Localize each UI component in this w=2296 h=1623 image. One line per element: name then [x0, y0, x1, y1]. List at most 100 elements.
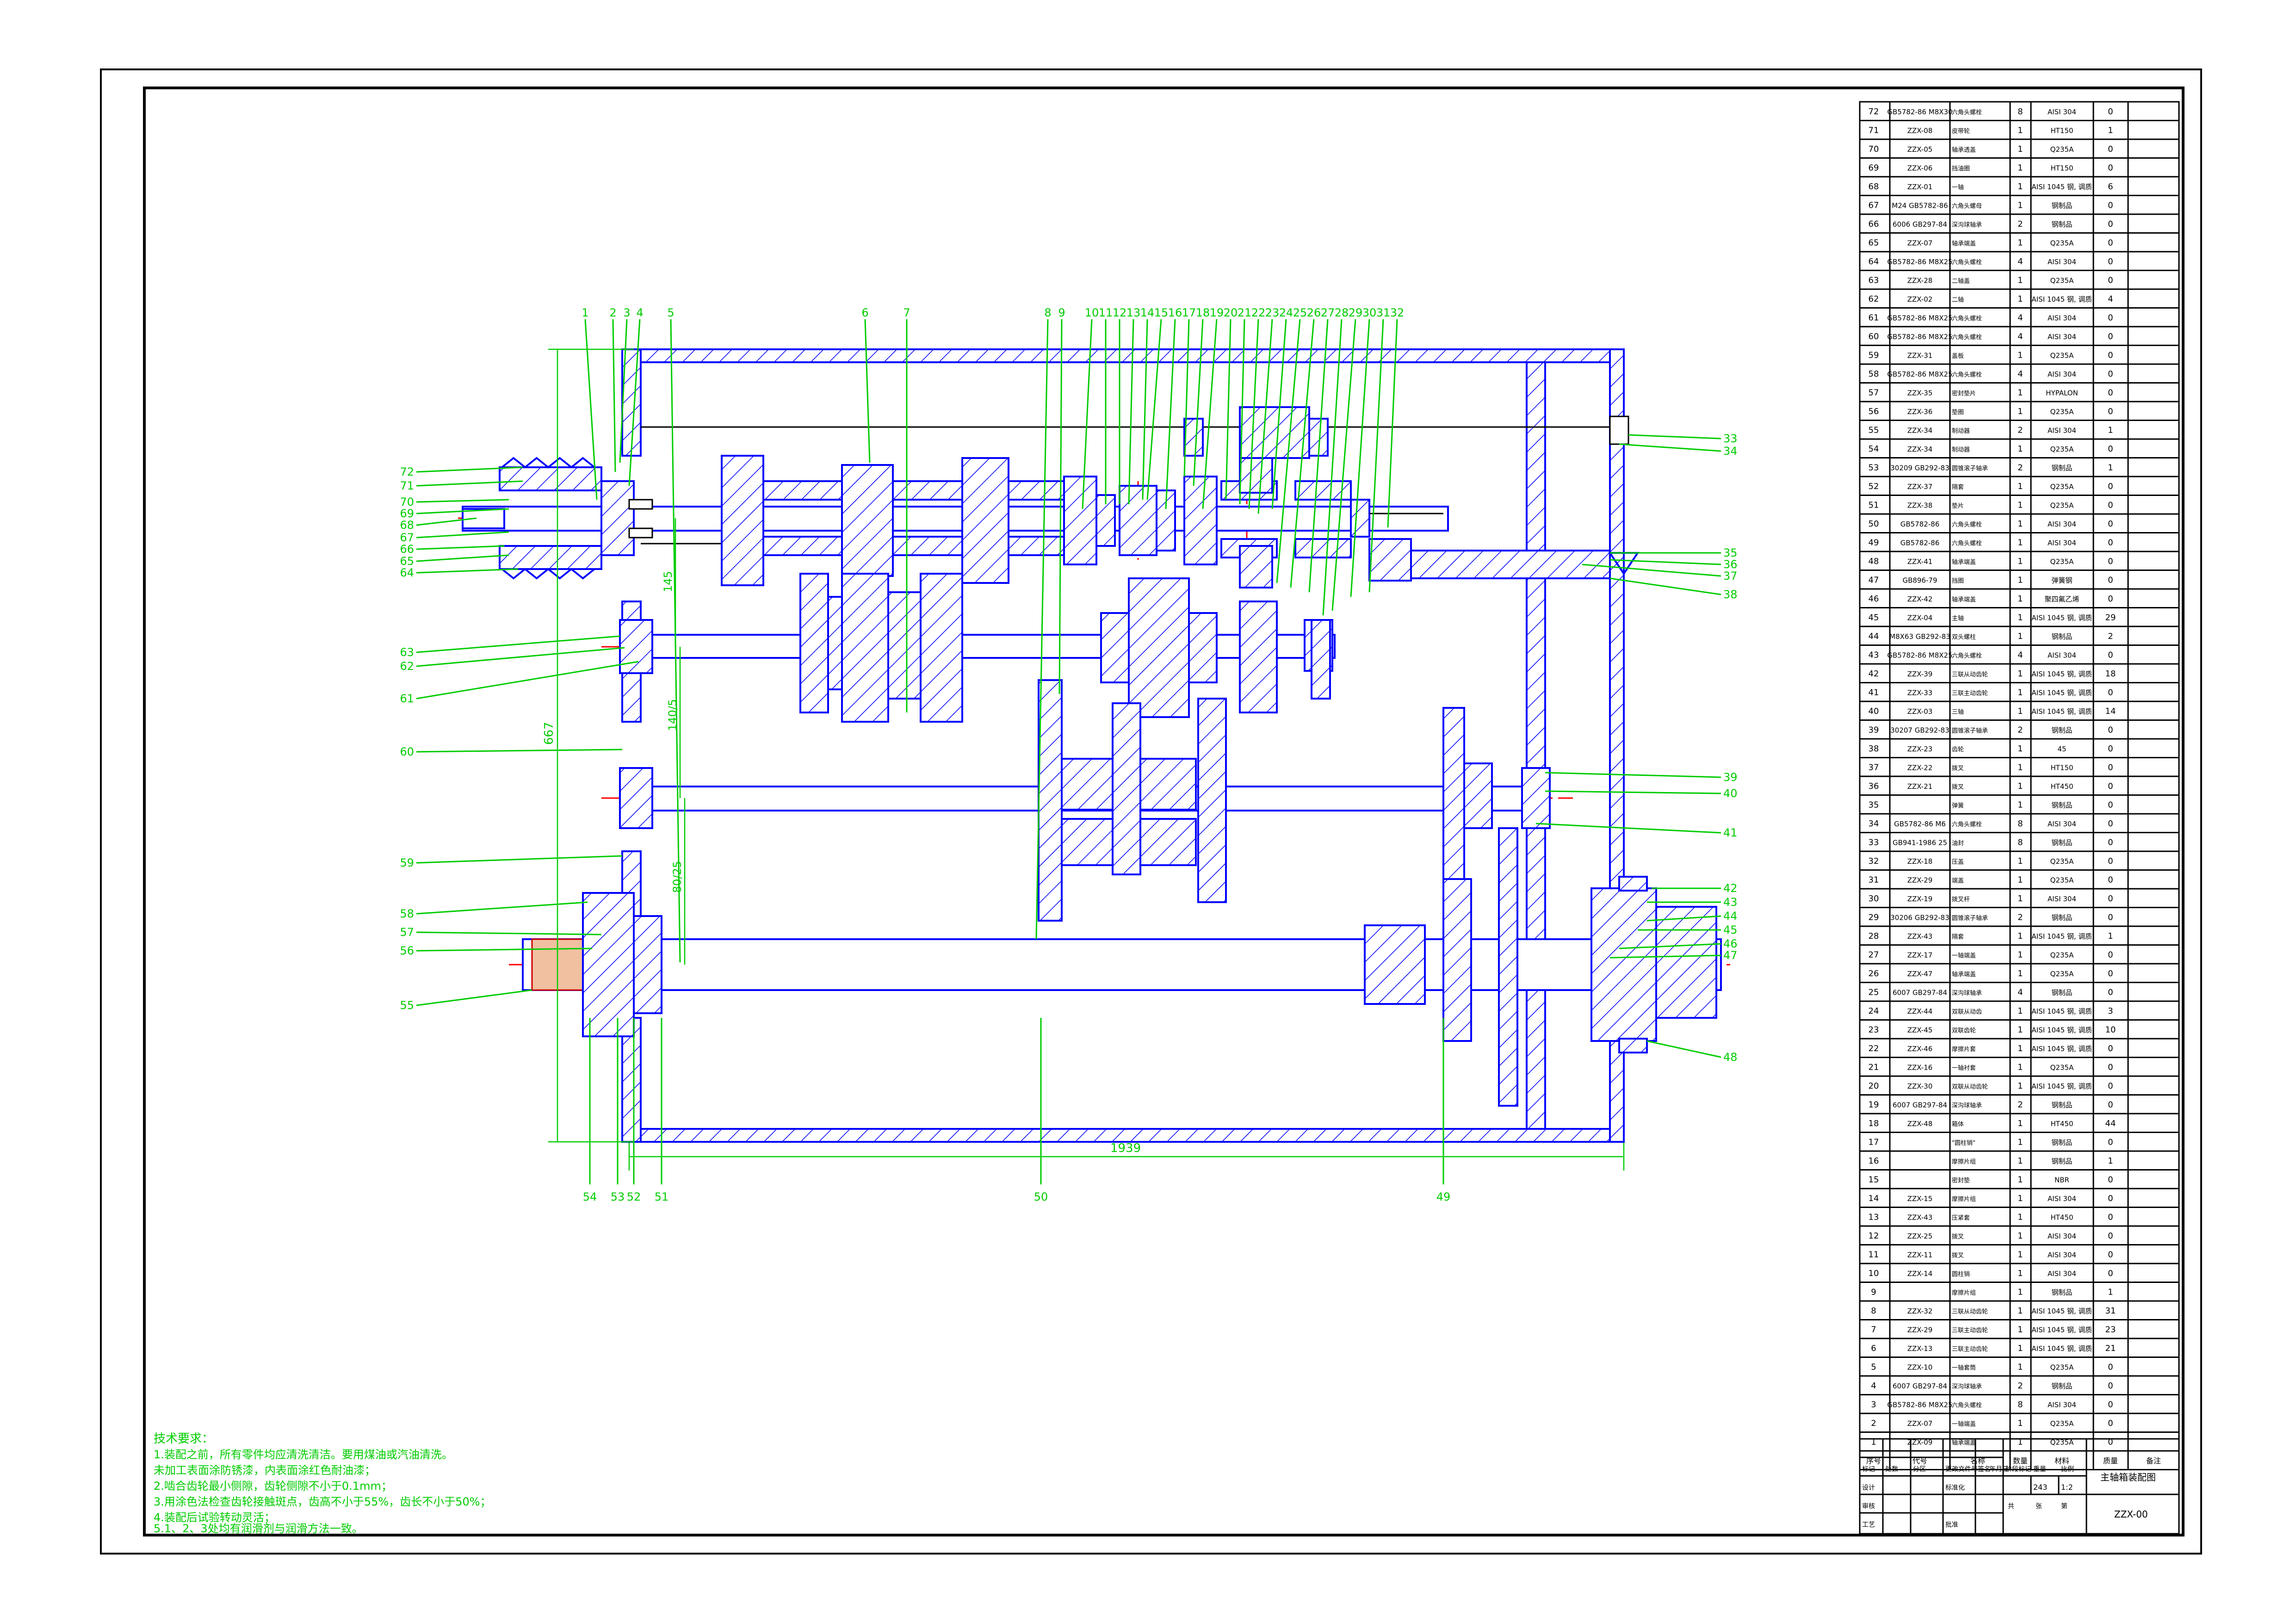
balloon-label: 17 [1182, 306, 1196, 319]
bom-cell-material: AISI 304 [2048, 1401, 2076, 1409]
balloon-leader [1628, 434, 1721, 440]
bom-cell-code: GB5782-86 [1900, 520, 1940, 528]
balloon-label: 60 [400, 745, 414, 758]
bom-cell-weight: 0 [2108, 594, 2113, 604]
bom-cell-qty: 1 [2018, 276, 2023, 285]
bom-cell-material: 钢制品 [2051, 1382, 2072, 1390]
bom-cell-material: Q235A [2050, 352, 2074, 360]
bom-cell-qty: 1 [2018, 613, 2023, 623]
balloon-leader [416, 661, 639, 700]
bom-cell-weight: 0 [2108, 1194, 2113, 1203]
bom-cell-code: ZZX-34 [1907, 445, 1933, 453]
bom-cell-no: 66 [1869, 219, 1879, 229]
title-label-standard: 标准化 [1945, 1484, 1965, 1492]
bom-cell-weight: 0 [2108, 444, 2113, 454]
bom-cell-name: 摩擦片组 [1952, 1196, 1976, 1203]
bom-cell-no: 65 [1869, 238, 1879, 248]
bom-cell-material: AISI 1045 钢, 调质 [2032, 295, 2092, 304]
bom-cell-no: 9 [1871, 1288, 1876, 1297]
bom-cell-material: HT450 [2050, 1214, 2073, 1222]
bom-cell-material: AISI 1045 钢, 调质 [2032, 1326, 2092, 1334]
bom-cell-material: HT450 [2050, 1120, 2073, 1128]
bom-cell-no: 24 [1869, 1006, 1879, 1016]
bom-row: 27 ZZX-17 一轴端盖 1 Q235A 0 [1869, 950, 2113, 960]
bom-cell-name: 二轴 [1952, 297, 1964, 304]
bom-row: 11 ZZX-11 拨叉 1 AISI 304 0 [1869, 1250, 2113, 1260]
balloon-leader [1646, 1040, 1721, 1058]
bom-cell-material: AISI 1045 钢, 调质 [2032, 1344, 2092, 1353]
bom-cell-no: 64 [1869, 257, 1879, 266]
bom-cell-qty: 1 [2018, 351, 2023, 360]
bom-row: 56 ZZX-36 垫圈 1 Q235A 0 [1869, 407, 2113, 416]
bom-cell-material: 钢制品 [2051, 1157, 2072, 1165]
bom-cell-qty: 1 [2018, 294, 2023, 304]
bom-cell-no: 10 [1869, 1269, 1879, 1278]
bom-cell-qty: 1 [2018, 388, 2023, 398]
bom-cell-weight: 0 [2108, 557, 2113, 566]
bom-cell-name: 摩擦片套 [1952, 1046, 1976, 1053]
balloon-label: 11 [1099, 306, 1113, 319]
bom-cell-weight: 0 [2108, 163, 2113, 173]
bom-cell-code: 6006 GB297-84 [1893, 220, 1947, 229]
bom-cell-material: 聚四氟乙烯 [2044, 595, 2079, 603]
bom-cell-name: 轴承端盖 [1952, 1440, 1976, 1447]
bom-cell-name: 三轴 [1952, 709, 1964, 716]
bom-cell-weight: 14 [2105, 706, 2116, 716]
bom-cell-name: 轴承端盖 [1952, 596, 1976, 603]
bom-row: 29 30206 GB292-83 圆锥滚子轴承 2 钢制品 0 [1869, 913, 2113, 923]
bom-cell-code: ZZX-41 [1907, 558, 1933, 566]
bom-cell-code: 30209 GB292-83 [1890, 464, 1949, 472]
bom-cell-code: 30206 GB292-83 [1890, 914, 1949, 922]
bom-cell-material: Q235A [2050, 239, 2074, 248]
bom-cell-name: 六角头螺栓 [1952, 540, 1982, 547]
balloon-label: 56 [400, 944, 414, 957]
bom-cell-no: 27 [1869, 950, 1879, 960]
bom-cell-weight: 0 [2108, 482, 2113, 491]
balloon-label: 44 [1723, 910, 1738, 923]
bom-row: 45 ZZX-04 主轴 1 AISI 1045 钢, 调质 29 [1869, 613, 2116, 623]
bom-cell-material: AISI 304 [2048, 539, 2076, 547]
bom-row: 61 GB5782-86 M8X25六角头螺栓 4 AISI 304 0 [1869, 313, 2113, 323]
balloon-leader [1609, 559, 1721, 565]
bom-cell-qty: 1 [2018, 688, 2023, 698]
balloon-label: 23 [1265, 306, 1280, 319]
bom-cell-material: 钢制品 [2051, 914, 2072, 922]
bom-cell-qty: 1 [2018, 1006, 2023, 1016]
bom-cell-code: 30207 GB292-83 [1890, 726, 1949, 735]
bom-header-cell: 数量 [2013, 1456, 2028, 1465]
balloon-leader [1545, 790, 1721, 794]
balloon-label: 31 [1376, 306, 1391, 319]
bom-cell-code: ZZX-31 [1907, 352, 1933, 360]
balloon-label: 8 [1044, 306, 1051, 319]
bom-cell-qty: 1 [2018, 482, 2023, 491]
bom-row: 4 6007 GB297-84 深沟球轴承 2 钢制品 0 [1871, 1381, 2113, 1391]
bom-cell-qty: 1 [2018, 163, 2023, 173]
balloon-label: 22 [1251, 306, 1266, 319]
bom-cell-name: 端盖 [1952, 878, 1964, 885]
bom-cell-qty: 1 [2018, 669, 2023, 679]
bom-row: 14 ZZX-15 摩擦片组 1 AISI 304 0 [1869, 1194, 2113, 1203]
bom-cell-weight: 0 [2108, 725, 2113, 735]
bom-cell-weight: 0 [2108, 913, 2113, 923]
bom-cell-name: 垫圈 [1952, 409, 1964, 416]
bom-cell-material: AISI 304 [2048, 314, 2076, 322]
bom-cell-weight: 0 [2108, 1400, 2113, 1410]
balloon-label: 68 [400, 519, 414, 532]
bom-row: 6 ZZX-13 三联主动齿轮 1 AISI 1045 钢, 调质 21 [1871, 1344, 2116, 1353]
balloon-leader [416, 989, 532, 1006]
balloon-leader [1165, 319, 1176, 509]
bom-cell-qty: 1 [2018, 632, 2023, 641]
bom-cell-qty: 1 [2018, 501, 2023, 510]
bom-row: 20 ZZX-30 双联从动齿轮 1 AISI 1045 钢, 调质 0 [1869, 1081, 2113, 1091]
balloon-label: 53 [611, 1190, 625, 1203]
balloon-label: 25 [1293, 306, 1307, 319]
balloon-label: 37 [1723, 570, 1738, 582]
bom-cell-name: 主轴 [1952, 615, 1964, 622]
bom-cell-qty: 1 [2018, 1213, 2023, 1222]
balloon-label: 29 [1349, 306, 1363, 319]
bom-cell-no: 45 [1869, 613, 1879, 623]
bom-cell-qty: 8 [2018, 838, 2023, 848]
balloon-leader [1609, 577, 1721, 595]
bom-cell-qty: 1 [2018, 201, 2023, 211]
bom-cell-qty: 2 [2018, 1100, 2023, 1110]
